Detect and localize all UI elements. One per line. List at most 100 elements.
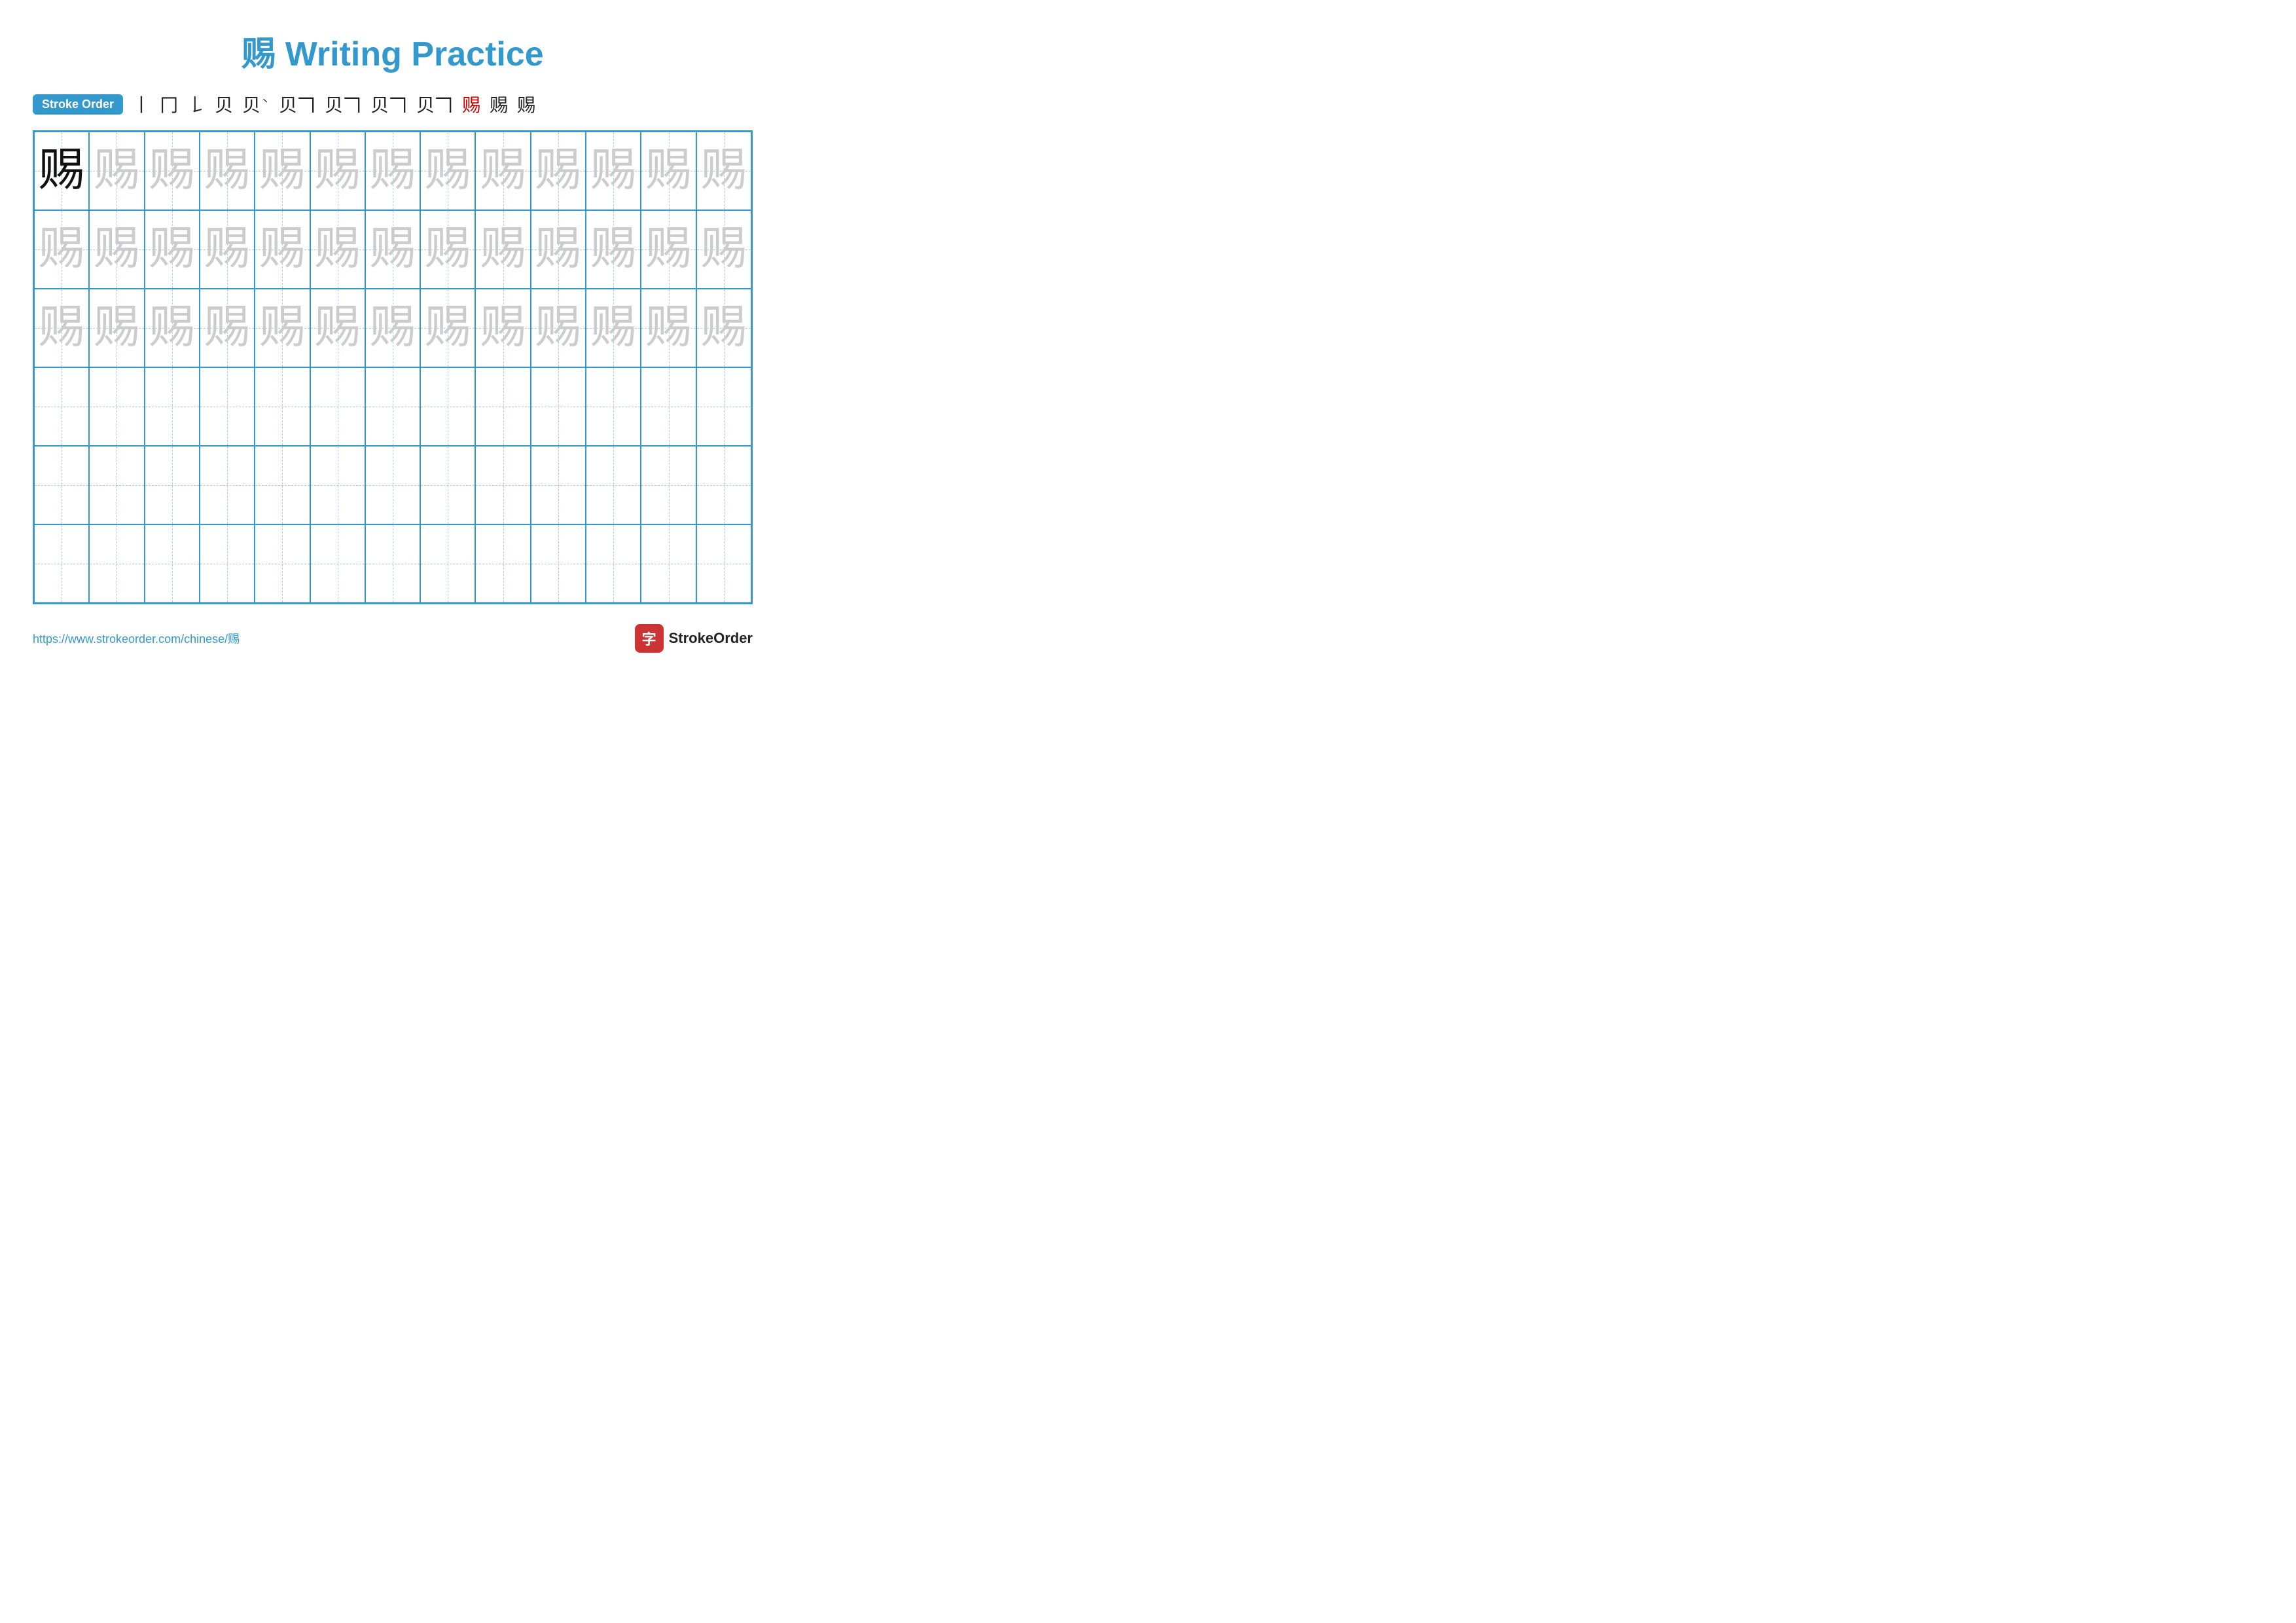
char-light: 赐	[701, 148, 747, 194]
char-light: 赐	[535, 148, 581, 194]
cell-r6-c3[interactable]	[145, 524, 200, 603]
stroke-12: 赐	[517, 91, 535, 117]
cell-r6-c13[interactable]	[696, 524, 751, 603]
cell-r4-c9[interactable]	[475, 367, 530, 446]
char-light: 赐	[590, 305, 636, 351]
cell-r1-c5: 赐	[255, 132, 310, 210]
cell-r6-c12[interactable]	[641, 524, 696, 603]
char-light: 赐	[701, 227, 747, 272]
cell-r3-c7: 赐	[365, 289, 420, 367]
cell-r1-c7: 赐	[365, 132, 420, 210]
stroke-3: 𠄌	[187, 91, 206, 117]
char-light: 赐	[39, 305, 84, 351]
cell-r5-c13[interactable]	[696, 446, 751, 524]
char-light: 赐	[259, 227, 305, 272]
cell-r5-c10[interactable]	[531, 446, 586, 524]
cell-r6-c11[interactable]	[586, 524, 641, 603]
cell-r4-c4[interactable]	[200, 367, 255, 446]
cell-r6-c4[interactable]	[200, 524, 255, 603]
cell-r2-c2: 赐	[89, 210, 144, 289]
char-light: 赐	[94, 305, 139, 351]
cell-r5-c12[interactable]	[641, 446, 696, 524]
cell-r1-c10: 赐	[531, 132, 586, 210]
cell-r3-c12: 赐	[641, 289, 696, 367]
char-light: 赐	[425, 148, 471, 194]
cell-r6-c6[interactable]	[310, 524, 365, 603]
cell-r6-c10[interactable]	[531, 524, 586, 603]
cell-r4-c5[interactable]	[255, 367, 310, 446]
cell-r1-c1: 赐	[34, 132, 89, 210]
char-light: 赐	[204, 148, 250, 194]
char-light: 赐	[149, 305, 195, 351]
cell-r6-c2[interactable]	[89, 524, 144, 603]
cell-r1-c12: 赐	[641, 132, 696, 210]
stroke-6: 贝𠃍	[279, 91, 315, 117]
brand-icon: 字	[635, 624, 664, 653]
char-light: 赐	[39, 227, 84, 272]
cell-r4-c8[interactable]	[420, 367, 475, 446]
cell-r5-c2[interactable]	[89, 446, 144, 524]
page-title: 赐 Writing Practice	[33, 26, 753, 75]
cell-r3-c3: 赐	[145, 289, 200, 367]
cell-r2-c11: 赐	[586, 210, 641, 289]
cell-r4-c10[interactable]	[531, 367, 586, 446]
practice-grid: 赐 赐 赐 赐 赐 赐 赐 赐 赐 赐 赐 赐 赐 赐 赐 赐 赐	[33, 130, 753, 604]
cell-r3-c1: 赐	[34, 289, 89, 367]
cell-r6-c5[interactable]	[255, 524, 310, 603]
cell-r3-c8: 赐	[420, 289, 475, 367]
cell-r3-c13: 赐	[696, 289, 751, 367]
cell-r5-c1[interactable]	[34, 446, 89, 524]
cell-r5-c9[interactable]	[475, 446, 530, 524]
char-light: 赐	[149, 227, 195, 272]
cell-r2-c5: 赐	[255, 210, 310, 289]
cell-r6-c9[interactable]	[475, 524, 530, 603]
char-light: 赐	[315, 227, 361, 272]
char-light: 赐	[94, 148, 139, 194]
cell-r1-c6: 赐	[310, 132, 365, 210]
cell-r2-c7: 赐	[365, 210, 420, 289]
cell-r4-c13[interactable]	[696, 367, 751, 446]
cell-r1-c4: 赐	[200, 132, 255, 210]
cell-r5-c3[interactable]	[145, 446, 200, 524]
cell-r6-c7[interactable]	[365, 524, 420, 603]
char-light: 赐	[646, 148, 692, 194]
footer-url[interactable]: https://www.strokeorder.com/chinese/赐	[33, 630, 240, 647]
cell-r5-c5[interactable]	[255, 446, 310, 524]
cell-r1-c3: 赐	[145, 132, 200, 210]
cell-r5-c6[interactable]	[310, 446, 365, 524]
cell-r4-c6[interactable]	[310, 367, 365, 446]
cell-r4-c7[interactable]	[365, 367, 420, 446]
cell-r3-c5: 赐	[255, 289, 310, 367]
char-light: 赐	[94, 227, 139, 272]
cell-r6-c1[interactable]	[34, 524, 89, 603]
cell-r6-c8[interactable]	[420, 524, 475, 603]
char-light: 赐	[535, 305, 581, 351]
stroke-11: 赐	[490, 91, 508, 117]
cell-r3-c4: 赐	[200, 289, 255, 367]
brand-icon-char: 字	[642, 628, 656, 649]
cell-r4-c3[interactable]	[145, 367, 200, 446]
cell-r5-c7[interactable]	[365, 446, 420, 524]
cell-r3-c9: 赐	[475, 289, 530, 367]
cell-r4-c1[interactable]	[34, 367, 89, 446]
cell-r2-c6: 赐	[310, 210, 365, 289]
char-light: 赐	[370, 227, 416, 272]
cell-r4-c2[interactable]	[89, 367, 144, 446]
cell-r2-c13: 赐	[696, 210, 751, 289]
cell-r3-c10: 赐	[531, 289, 586, 367]
cell-r4-c11[interactable]	[586, 367, 641, 446]
cell-r2-c12: 赐	[641, 210, 696, 289]
cell-r5-c8[interactable]	[420, 446, 475, 524]
char-light: 赐	[370, 305, 416, 351]
cell-r5-c4[interactable]	[200, 446, 255, 524]
char-light: 赐	[701, 305, 747, 351]
stroke-10: 赐	[462, 91, 480, 117]
cell-r3-c2: 赐	[89, 289, 144, 367]
cell-r4-c12[interactable]	[641, 367, 696, 446]
char-light: 赐	[425, 305, 471, 351]
char-light: 赐	[259, 148, 305, 194]
cell-r1-c8: 赐	[420, 132, 475, 210]
cell-r2-c9: 赐	[475, 210, 530, 289]
cell-r5-c11[interactable]	[586, 446, 641, 524]
stroke-7: 贝𠃍	[325, 91, 361, 117]
